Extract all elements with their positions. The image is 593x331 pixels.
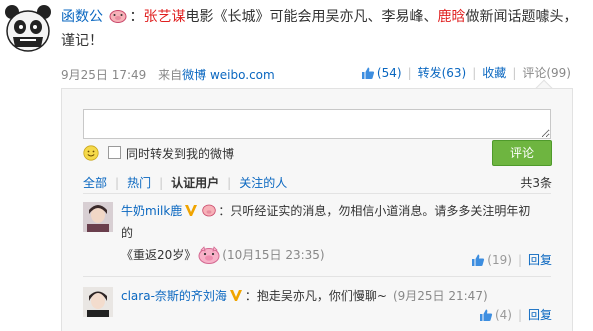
thumb-up-icon <box>361 66 375 80</box>
comment-avatar[interactable] <box>83 202 113 232</box>
divider: | <box>512 65 517 80</box>
post-meta: 9月25日 17:49 来自微博 weibo.com <box>61 66 275 83</box>
divider: | <box>159 175 164 190</box>
comment-user[interactable]: clara-奈斯的齐刘海 <box>121 289 227 303</box>
comment-like-button[interactable]: (19) <box>471 253 512 267</box>
comment-count: 共3条 <box>520 176 552 190</box>
source-prefix: 来自 <box>158 68 183 82</box>
filter-all[interactable]: 全部 <box>83 174 107 191</box>
divider <box>83 193 551 194</box>
thumb-up-icon <box>471 253 485 267</box>
filter-verified[interactable]: 认证用户 <box>171 174 219 191</box>
post-actions: (54) | 转发(63) | 收藏 | 评论(99) <box>361 64 571 81</box>
filter-following[interactable]: 关注的人 <box>239 174 287 191</box>
repost-label: 同时转发到我的微博 <box>126 147 235 161</box>
thumb-up-icon <box>479 308 493 322</box>
divider: | <box>517 307 522 322</box>
post-repost-button[interactable]: 转发(63) <box>418 64 467 81</box>
post-author-link[interactable]: 函数公 <box>61 9 103 25</box>
comment-avatar[interactable] <box>83 287 113 317</box>
post-source-link[interactable]: 微博 weibo.com <box>182 68 275 82</box>
reply-button[interactable]: 回复 <box>528 306 552 323</box>
comment-panel: 同时转发到我的微博 评论 全部 | 热门 | 认证用户 | 关注的人 共3条 牛… <box>61 88 573 331</box>
post-like-count: (54) <box>376 65 402 80</box>
comment-user[interactable]: 牛奶milk鹿 <box>121 204 182 218</box>
repost-checkbox[interactable] <box>108 146 121 159</box>
divider: | <box>472 65 477 80</box>
post-like-button[interactable]: (54) <box>361 66 402 80</box>
reply-button[interactable]: 回复 <box>528 251 552 268</box>
comment-like-count: (19) <box>487 252 512 267</box>
comment-like-button[interactable]: (4) <box>479 308 512 322</box>
divider: | <box>115 175 120 190</box>
mention-zhang-yimou[interactable]: 张艺谋 <box>143 9 185 25</box>
comment-text-cont: 《重返20岁》 <box>121 248 197 262</box>
smile-icon[interactable] <box>83 145 99 161</box>
mention-luhan[interactable]: 鹿晗 <box>437 9 465 25</box>
comment-time: (9月25日 21:47) <box>392 289 488 303</box>
post-colon: ： <box>129 9 144 25</box>
post-text-1: 电影《长城》可能会用吴亦凡、李易峰、 <box>185 9 438 25</box>
post-favorite-button[interactable]: 收藏 <box>482 64 506 81</box>
divider: | <box>227 175 232 190</box>
post-time[interactable]: 9月25日 17:49 <box>61 68 146 82</box>
comment-like-count: (4) <box>494 307 512 322</box>
comment-text: ：只听经证实的消息，勿相信小道消息。请多多关注明年初的 <box>121 204 531 240</box>
comment-time: (10月15日 23:35) <box>222 248 325 262</box>
divider: | <box>517 252 522 267</box>
comment-actions: (19) | 回复 <box>471 251 552 268</box>
pig-emoji-icon <box>202 202 217 217</box>
comment-text: ：抱走吴亦凡，你们慢聊~ <box>244 289 387 303</box>
comment-filter-bar: 全部 | 热门 | 认证用户 | 关注的人 <box>83 174 287 191</box>
post-comment-button[interactable]: 评论(99) <box>522 64 571 81</box>
pig-emoji-icon <box>198 246 220 264</box>
pig-emoji-icon <box>109 7 127 23</box>
verified-v-badge-icon <box>184 202 198 216</box>
submit-comment-button[interactable]: 评论 <box>492 140 552 166</box>
comment-actions: (4) | 回复 <box>479 306 552 323</box>
divider: | <box>407 65 412 80</box>
panda-avatar-icon <box>3 4 53 54</box>
comment-item: clara-奈斯的齐刘海 ：抱走吴亦凡，你们慢聊~ (9月25日 21:47) <box>121 285 541 307</box>
author-avatar[interactable] <box>3 4 53 54</box>
verified-v-badge-icon <box>229 287 243 301</box>
post-content: 函数公 ：张艺谋电影《长城》可能会用吴亦凡、李易峰、鹿晗做新闻话题噱头，谨记！ <box>61 5 581 53</box>
comment-input[interactable] <box>83 109 551 139</box>
filter-hot[interactable]: 热门 <box>127 174 151 191</box>
divider <box>83 276 551 277</box>
